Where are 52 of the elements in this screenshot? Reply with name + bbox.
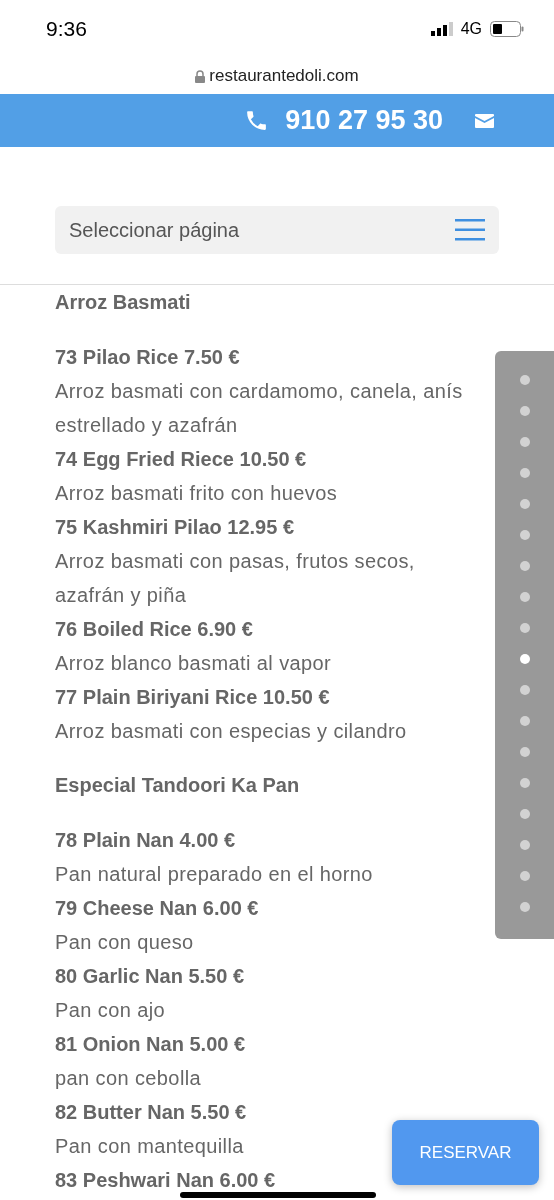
section-heading: Arroz Basmati xyxy=(55,290,191,315)
dish-name-price: 78 Plain Nan 4.00 € xyxy=(55,828,236,853)
section-dot[interactable] xyxy=(520,437,530,447)
dish-description: Pan con mantequilla xyxy=(55,1134,244,1159)
signal-icon xyxy=(430,22,453,36)
lock-icon xyxy=(195,69,206,83)
dish-description: Arroz blanco basmati al vapor xyxy=(55,651,332,676)
section-dot[interactable] xyxy=(520,468,530,478)
mail-icon[interactable] xyxy=(475,113,494,128)
section-dot[interactable] xyxy=(520,375,530,385)
select-label: Seleccionar página xyxy=(69,218,240,243)
dish-description: Arroz basmati frito con huevos xyxy=(55,481,338,506)
section-dot[interactable] xyxy=(520,499,530,509)
dish-description: Arroz basmati con cardamomo, canela, anís estrellado y azafrán xyxy=(55,379,464,438)
dish-description: Arroz basmati con pasas, frutos secos, azafrán y piña xyxy=(55,549,416,608)
dish-description: Pan con ajo xyxy=(55,998,166,1023)
dish-name-price: 81 Onion Nan 5.00 € xyxy=(55,1032,246,1057)
section-dot[interactable] xyxy=(520,592,530,602)
menu-icon[interactable] xyxy=(455,219,485,241)
section-dot[interactable] xyxy=(520,561,530,571)
dish-name-price: 83 Peshwari Nan 6.00 € xyxy=(55,1168,276,1193)
status-time: 9:36 xyxy=(46,16,87,43)
section-dot[interactable] xyxy=(520,902,530,912)
battery-icon xyxy=(490,21,524,37)
dish-name-price: 75 Kashmiri Pilao 12.95 € xyxy=(55,515,295,540)
section-dot[interactable] xyxy=(520,406,530,416)
dish-name-price: 74 Egg Fried Riece 10.50 € xyxy=(55,447,307,472)
dish-name-price: 80 Garlic Nan 5.50 € xyxy=(55,964,244,989)
section-dot[interactable] xyxy=(520,747,530,757)
page-url: restaurantedoli.com xyxy=(209,65,359,88)
dish-name-price: 77 Plain Biriyani Rice 10.50 € xyxy=(55,685,330,710)
section-dot[interactable] xyxy=(520,530,530,540)
section-dot[interactable] xyxy=(520,809,530,819)
reserve-button[interactable]: RESERVAR xyxy=(392,1120,539,1185)
section-dot[interactable] xyxy=(520,716,530,726)
dish-name-price: 73 Pilao Rice 7.50 € xyxy=(55,345,240,370)
section-heading: Especial Tandoori Ka Pan xyxy=(55,773,300,798)
network-label: 4G xyxy=(460,19,482,39)
dish-description: pan con cebolla xyxy=(55,1066,202,1091)
page-select-dropdown[interactable]: Seleccionar página xyxy=(55,206,499,254)
section-dot[interactable] xyxy=(520,871,530,881)
dish-name-price: 76 Boiled Rice 6.90 € xyxy=(55,617,253,642)
section-dot[interactable] xyxy=(520,840,530,850)
section-dot[interactable] xyxy=(520,654,530,664)
section-dot[interactable] xyxy=(520,685,530,695)
dish-name-price: 82 Butter Nan 5.50 € xyxy=(55,1100,247,1125)
dish-name-price: 79 Cheese Nan 6.00 € xyxy=(55,896,259,921)
dish-description: Pan con queso xyxy=(55,930,194,955)
section-dot[interactable] xyxy=(520,623,530,633)
section-dot[interactable] xyxy=(520,778,530,788)
dish-description: Arroz basmati con especias y cilandro xyxy=(55,719,407,744)
dish-description: Pan natural preparado en el horno xyxy=(55,862,373,887)
